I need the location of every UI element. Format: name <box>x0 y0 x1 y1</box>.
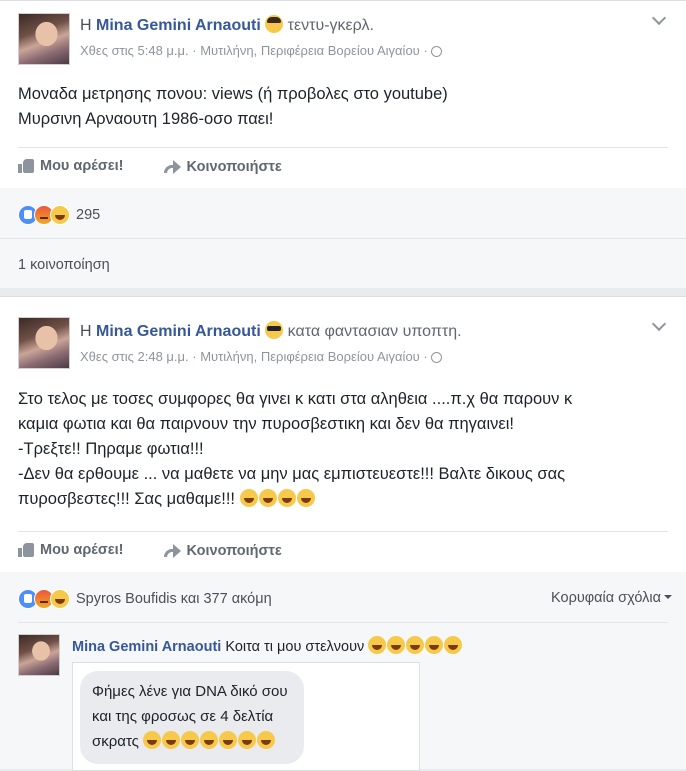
laughing-emoji-icon <box>181 731 200 749</box>
like-label: Μου αρέσει! <box>40 158 124 174</box>
top-comments-label: Κορυφαία σχόλια <box>551 590 661 606</box>
post-text-line: -Τρεξτε!! Πηραμε φωτια!!! <box>18 440 204 458</box>
bubble-line: και της φροσως σε 4 δελτία <box>92 708 274 725</box>
author-prefix: Η <box>80 17 92 34</box>
post-card: Η Mina Gemini Arnaouti κατα φαντασιαν υπ… <box>0 296 686 771</box>
post-timestamp[interactable]: Χθες στις 5:48 μ.μ. <box>80 43 189 58</box>
author-name-link[interactable]: Mina Gemini Arnaouti <box>96 17 261 34</box>
separator: · <box>192 43 197 58</box>
share-button[interactable]: Κοινοποιήστε <box>163 542 282 559</box>
post-text-line: πυροσβεστες!!! Σας μαθαμε!!! <box>18 490 235 508</box>
post-text-line: καμια φωτια και θα παιρνουν την πυροσβεσ… <box>18 415 514 433</box>
share-arrow-icon <box>163 544 181 558</box>
post-meta: Χθες στις 2:48 μ.μ. · Μυτιλήνη, Περιφέρε… <box>80 349 443 364</box>
divider <box>18 622 668 623</box>
haha-reaction-icon <box>50 589 70 609</box>
laughing-emoji-icon <box>143 731 162 749</box>
reaction-count[interactable]: 295 <box>76 207 100 223</box>
share-button[interactable]: Κοινοποιήστε <box>163 158 282 175</box>
bubble-line: σκρατς <box>92 733 139 750</box>
like-label: Μου αρέσει! <box>40 542 124 558</box>
post-actions: Μου αρέσει! Κοινοποιήστε <box>18 158 318 177</box>
author-avatar[interactable] <box>18 13 70 65</box>
laughing-emoji-icon <box>425 636 444 654</box>
reactions-summary[interactable]: Spyros Boufidis και 377 ακόμη <box>18 589 272 609</box>
laughing-emoji-icon <box>406 636 425 654</box>
laughing-emoji-icon <box>444 636 463 654</box>
author-avatar[interactable] <box>18 317 70 369</box>
thumbs-up-icon <box>18 159 34 173</box>
divider <box>18 147 668 148</box>
comment-attached-image[interactable]: Φήμες λένε για DNA δικό σου και της φροσ… <box>72 662 420 771</box>
post-text-line: Στο τελος με τοσες συμφορες θα γινει κ κ… <box>18 390 573 408</box>
sunglasses-face-icon <box>265 321 284 339</box>
comment: Mina Gemini Arnaouti Κοιτα τι μου στελνο… <box>72 636 463 655</box>
activity-text: κατα φαντασιαν υποπτη. <box>287 323 462 340</box>
post-text: Στο τελος με τοσες συμφορες θα γινει κ κ… <box>18 387 668 512</box>
caret-down-icon <box>664 595 672 599</box>
bubble-line-last: σκρατς <box>92 729 294 754</box>
laughing-emoji-icon <box>258 489 277 507</box>
author-name-link[interactable]: Mina Gemini Arnaouti <box>96 323 261 340</box>
commenter-avatar[interactable] <box>18 634 60 676</box>
laughing-emoji-icon <box>200 731 219 749</box>
comment-text: Κοιτα τι μου στελνουν <box>225 639 365 655</box>
laughing-emoji-icon <box>239 489 258 507</box>
post-timestamp[interactable]: Χθες στις 2:48 μ.μ. <box>80 349 189 364</box>
shares-count-link[interactable]: 1 κοινοποίηση <box>18 257 110 273</box>
share-label: Κοινοποιήστε <box>186 542 282 559</box>
post-card: Η Mina Gemini Arnaouti τεντυ-γκερλ. Χθες… <box>0 0 686 288</box>
chevron-down-icon[interactable] <box>651 316 667 332</box>
thumbs-up-icon <box>18 543 34 557</box>
commenter-name-link[interactable]: Mina Gemini Arnaouti <box>72 639 221 655</box>
divider <box>18 531 668 532</box>
like-button[interactable]: Μου αρέσει! <box>18 542 124 558</box>
haha-reaction-icon <box>50 205 70 225</box>
separator: · <box>423 349 428 364</box>
post-text-line: Μοναδα μετρησης πονου: views (ή προβολες… <box>18 85 448 103</box>
post-text-line-last: πυροσβεστες!!! Σας μαθαμε!!! <box>18 487 668 512</box>
share-label: Κοινοποιήστε <box>186 158 282 175</box>
post-header: Η Mina Gemini Arnaouti τεντυ-γκερλ. <box>80 15 374 35</box>
post-location[interactable]: Μυτιλήνη, Περιφέρεια Βορείου Αιγαίου <box>200 349 420 364</box>
post-text: Μοναδα μετρησης πονου: views (ή προβολες… <box>18 82 668 132</box>
post-text-line: -Δεν θα ερθουμε ... να μαθετε να μην μας… <box>18 465 566 483</box>
nerd-face-icon <box>265 15 284 33</box>
laughing-emoji-icon <box>219 731 238 749</box>
laughing-emoji-icon <box>257 731 276 749</box>
laughing-emoji-icon <box>296 489 315 507</box>
laughing-emoji-icon <box>238 731 257 749</box>
post-text-line: Μυρσινη Αρναουτη 1986-οσο παει! <box>18 110 274 128</box>
chevron-down-icon[interactable] <box>651 10 667 26</box>
laughing-emoji-icon <box>277 489 296 507</box>
reaction-people-link[interactable]: Spyros Boufidis και 377 ακόμη <box>76 591 272 607</box>
feedback-area: Spyros Boufidis και 377 ακόμη Κορυφαία σ… <box>0 572 686 771</box>
post-header: Η Mina Gemini Arnaouti κατα φαντασιαν υπ… <box>80 321 462 341</box>
separator: · <box>423 43 428 58</box>
reactions-summary[interactable]: 295 <box>18 205 100 225</box>
like-button[interactable]: Μου αρέσει! <box>18 158 124 174</box>
top-comments-dropdown[interactable]: Κορυφαία σχόλια <box>551 590 672 606</box>
message-bubble: Φήμες λένε για DNA δικό σου και της φροσ… <box>80 671 304 764</box>
post-actions: Μου αρέσει! Κοινοποιήστε <box>18 542 318 561</box>
globe-icon[interactable] <box>431 46 443 57</box>
separator: · <box>192 349 197 364</box>
post-meta: Χθες στις 5:48 μ.μ. · Μυτιλήνη, Περιφέρε… <box>80 43 443 58</box>
feedback-area: 295 1 κοινοποίηση <box>0 188 686 288</box>
share-arrow-icon <box>163 160 181 174</box>
post-location[interactable]: Μυτιλήνη, Περιφέρεια Βορείου Αιγαίου <box>200 43 420 58</box>
bubble-line: Φήμες λένε για DNA δικό σου <box>92 683 288 700</box>
activity-text: τεντυ-γκερλ. <box>287 17 374 34</box>
author-prefix: Η <box>80 323 92 340</box>
laughing-emoji-icon <box>162 731 181 749</box>
divider <box>0 238 686 239</box>
laughing-emoji-icon <box>368 636 387 654</box>
laughing-emoji-icon <box>387 636 406 654</box>
globe-icon[interactable] <box>431 352 443 363</box>
